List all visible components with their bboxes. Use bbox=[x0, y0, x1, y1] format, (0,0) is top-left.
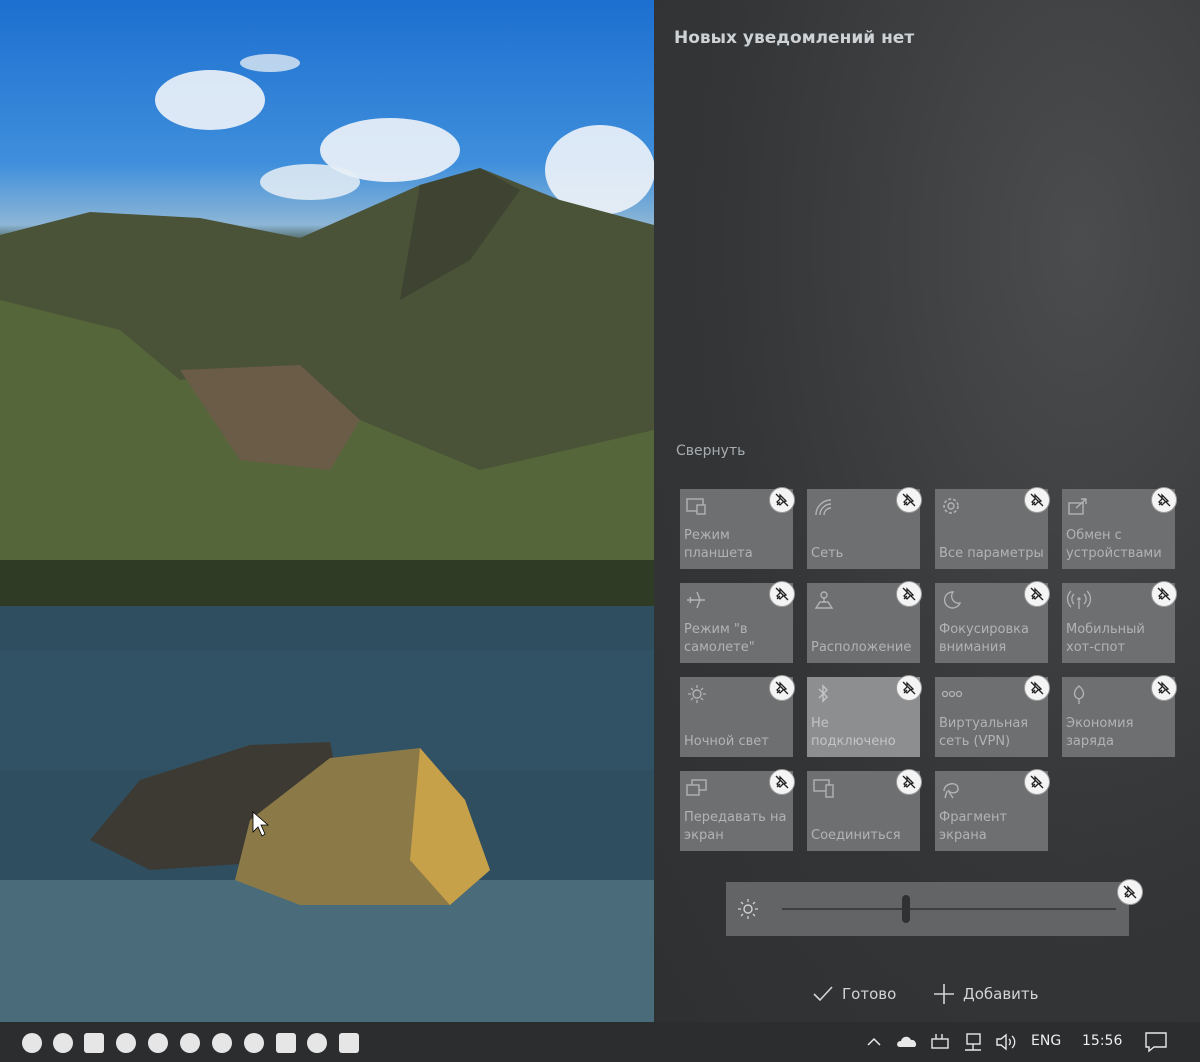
brightness-track[interactable] bbox=[782, 908, 1116, 910]
unpin-icon bbox=[1157, 681, 1171, 695]
night-light-icon bbox=[688, 685, 706, 703]
action-center: Новых уведомлений нет Свернуть Режим пла… bbox=[654, 0, 1200, 1022]
unpin-battery-saver-button[interactable] bbox=[1151, 675, 1177, 701]
unpin-tablet-mode-button[interactable] bbox=[769, 487, 795, 513]
checkmark-icon bbox=[813, 986, 833, 1002]
gear-icon bbox=[943, 498, 959, 514]
app-icon[interactable] bbox=[276, 1033, 296, 1053]
brightness-icon bbox=[738, 899, 758, 919]
tile-label: Мобильный хот-спот bbox=[1066, 622, 1145, 655]
unpin-icon bbox=[775, 681, 789, 695]
tile-label: Режим "в самолете" bbox=[684, 622, 755, 655]
unpin-icon bbox=[775, 587, 789, 601]
add-button[interactable]: Добавить bbox=[933, 982, 1039, 1006]
app-icon[interactable] bbox=[180, 1033, 200, 1053]
unpin-icon bbox=[1030, 587, 1044, 601]
unpin-location-button[interactable] bbox=[896, 581, 922, 607]
tile-label: Все параметры bbox=[939, 546, 1044, 561]
desktop-wallpaper bbox=[0, 0, 654, 1022]
photoshop-icon[interactable] bbox=[22, 1033, 42, 1053]
app-icon[interactable] bbox=[339, 1033, 359, 1053]
battery-icon[interactable] bbox=[930, 1032, 952, 1052]
unpin-bluetooth-button[interactable] bbox=[896, 675, 922, 701]
vpn-icon bbox=[941, 690, 963, 698]
photos-icon[interactable] bbox=[84, 1033, 104, 1053]
unpin-icon bbox=[1030, 775, 1044, 789]
tile-label: Виртуальная сеть (VPN) bbox=[939, 716, 1029, 749]
tile-label: Режим планшета bbox=[684, 528, 753, 561]
tablet-mode-icon bbox=[686, 498, 706, 515]
connect-icon bbox=[813, 779, 834, 798]
brightness-slider[interactable] bbox=[726, 882, 1129, 936]
unpin-focus-assist-button[interactable] bbox=[1024, 581, 1050, 607]
add-label: Добавить bbox=[963, 985, 1039, 1003]
unpin-icon bbox=[775, 775, 789, 789]
unpin-icon bbox=[902, 775, 916, 789]
unpin-screen-snip-button[interactable] bbox=[1024, 769, 1050, 795]
location-icon bbox=[814, 591, 834, 609]
nearby-sharing-icon bbox=[1068, 498, 1087, 515]
tile-label: Передавать на экран bbox=[684, 810, 787, 843]
unpin-icon bbox=[1157, 493, 1171, 507]
airplane-icon bbox=[687, 591, 705, 609]
volume-icon[interactable] bbox=[994, 1032, 1018, 1052]
unpin-icon bbox=[775, 493, 789, 507]
firefox-icon[interactable] bbox=[148, 1033, 168, 1053]
project-icon bbox=[686, 779, 707, 796]
app-icon[interactable] bbox=[212, 1033, 232, 1053]
bluetooth-icon bbox=[818, 684, 828, 703]
tile-label: Соединиться bbox=[811, 828, 901, 843]
network-tray-icon[interactable] bbox=[962, 1032, 984, 1052]
plus-icon bbox=[934, 984, 954, 1004]
app-icon[interactable] bbox=[244, 1033, 264, 1053]
tile-label: Обмен с устройствами bbox=[1066, 528, 1162, 561]
unpin-icon bbox=[1157, 587, 1171, 601]
hotspot-icon bbox=[1066, 590, 1092, 609]
unpin-icon bbox=[902, 587, 916, 601]
unpin-all-settings-button[interactable] bbox=[1024, 487, 1050, 513]
brightness-thumb[interactable] bbox=[901, 895, 910, 923]
tile-label: Фокусировка внимания bbox=[939, 622, 1029, 655]
unpin-connect-button[interactable] bbox=[896, 769, 922, 795]
unpin-vpn-button[interactable] bbox=[1024, 675, 1050, 701]
chevron-up-icon[interactable] bbox=[866, 1034, 882, 1050]
unpin-project-button[interactable] bbox=[769, 769, 795, 795]
telegram-icon[interactable] bbox=[53, 1033, 73, 1053]
unpin-icon bbox=[1123, 885, 1137, 899]
tile-label: Экономия заряда bbox=[1066, 716, 1134, 749]
tile-label: Расположение bbox=[811, 640, 912, 655]
unpin-network-button[interactable] bbox=[896, 487, 922, 513]
chrome-icon[interactable] bbox=[116, 1033, 136, 1053]
done-button[interactable]: Готово bbox=[812, 982, 896, 1006]
tile-label: Не подключено bbox=[811, 716, 896, 749]
wallpaper-landscape bbox=[0, 54, 654, 1022]
unpin-mobile-hotspot-button[interactable] bbox=[1151, 581, 1177, 607]
battery-saver-icon bbox=[1073, 685, 1085, 704]
clock[interactable]: 15:56 bbox=[1082, 1033, 1122, 1049]
screen-snip-icon bbox=[943, 783, 959, 799]
no-notifications-heading: Новых уведомлений нет bbox=[674, 28, 915, 48]
unpin-icon bbox=[1030, 493, 1044, 507]
tile-label: Фрагмент экрана bbox=[939, 810, 1008, 843]
groove-icon[interactable] bbox=[307, 1033, 327, 1053]
taskbar: ENG 15:56 bbox=[0, 1022, 1200, 1062]
onedrive-icon[interactable] bbox=[896, 1032, 920, 1050]
action-center-icon[interactable] bbox=[1144, 1031, 1168, 1053]
unpin-airplane-mode-button[interactable] bbox=[769, 581, 795, 607]
unpin-nearby-sharing-button[interactable] bbox=[1151, 487, 1177, 513]
tile-label: Ночной свет bbox=[684, 734, 769, 749]
network-icon bbox=[815, 499, 832, 516]
tile-label: Сеть bbox=[811, 546, 844, 561]
language-indicator[interactable]: ENG bbox=[1031, 1033, 1061, 1049]
unpin-icon bbox=[902, 681, 916, 695]
unpin-brightness-button[interactable] bbox=[1117, 879, 1143, 905]
done-label: Готово bbox=[842, 985, 897, 1003]
unpin-icon bbox=[902, 493, 916, 507]
unpin-icon bbox=[1030, 681, 1044, 695]
unpin-night-light-button[interactable] bbox=[769, 675, 795, 701]
moon-icon bbox=[943, 591, 962, 609]
collapse-button[interactable]: Свернуть bbox=[676, 443, 745, 459]
